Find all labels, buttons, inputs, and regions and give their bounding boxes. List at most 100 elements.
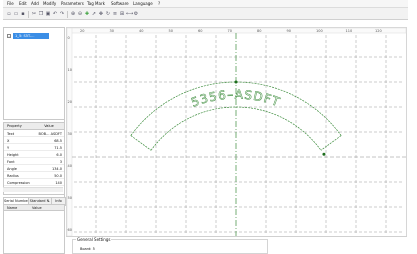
board-value[interactable]: 5 <box>93 247 95 251</box>
toolbar-separator <box>28 11 29 18</box>
property-name: Radius <box>7 174 19 178</box>
property-value[interactable]: 71.5 <box>36 145 62 151</box>
ruler-tick-label: 10 <box>68 68 72 72</box>
property-value[interactable]: 50.0 <box>36 173 62 179</box>
arc-right-cap <box>320 135 342 151</box>
redo-icon[interactable]: ↷ <box>59 11 65 17</box>
left-tabs: Serial Number Standard N. Info <box>3 197 66 206</box>
ruler-tick-label: 40 <box>139 29 143 33</box>
property-value[interactable]: 134.0 <box>36 166 62 172</box>
property-value[interactable]: BOB… ASDFT <box>36 131 62 137</box>
ruler-tick-label: 40 <box>68 164 72 168</box>
ruler-tick-label: 50 <box>169 29 173 33</box>
board-field[interactable]: Board: 5 <box>80 247 95 251</box>
ruler-tick-label: 100 <box>316 29 323 33</box>
menu-parameters[interactable]: Parameters <box>61 1 84 7</box>
property-value[interactable]: 140 <box>36 180 62 186</box>
name-column-header: Name <box>7 206 18 210</box>
ruler-tick-label: 0 <box>68 36 70 40</box>
save-icon[interactable]: ▪ <box>20 11 26 17</box>
properties-header: Property Value <box>4 123 64 130</box>
property-name: Compression <box>7 181 30 185</box>
window-edge <box>408 0 417 254</box>
property-row-font[interactable]: Font 3 <box>4 159 64 165</box>
zoom-in-icon[interactable]: ⊕ <box>70 11 76 17</box>
ruler-tick-label: 70 <box>228 29 232 33</box>
value-column-header: Value <box>44 124 54 128</box>
ruler-tick-label: 80 <box>257 29 261 33</box>
align-icon[interactable]: ≡ <box>112 11 118 17</box>
property-value[interactable]: 6.0 <box>36 152 62 158</box>
board-label: Board <box>80 247 91 251</box>
serial-number-table: Name Value <box>3 204 65 254</box>
ruler-tick-label: 50 <box>68 196 72 200</box>
property-name: X <box>7 139 10 143</box>
ruler-tick-label: 20 <box>68 100 72 104</box>
ruler-tick-label: 60 <box>198 29 202 33</box>
property-row-height[interactable]: Height 6.0 <box>4 152 64 158</box>
move-icon[interactable]: ✥ <box>98 11 104 17</box>
end-handle[interactable] <box>322 152 326 156</box>
open-folder-icon[interactable]: ▭ <box>13 11 19 17</box>
tree-item[interactable]: - 1_5: S5T-… <box>7 33 49 39</box>
tree-collapse-icon[interactable]: - <box>7 34 11 38</box>
ruler-tick-label: 30 <box>68 132 72 136</box>
canvas-drawing[interactable]: 20 30 40 50 60 70 80 90 100 110 120 0102030405060 … <box>66 27 407 237</box>
menu-software[interactable]: Software <box>111 1 129 7</box>
menu-file[interactable]: File <box>7 1 14 7</box>
property-row-radius[interactable]: Radius 50.0 <box>4 173 64 179</box>
toolbar: ▫ ▭ ▪ ✂ ❐ ▣ ↶ ↷ ⊕ ⊖ ✚ ➚ ✥ ↻ ≡ ⊞ ⟷ ⚙ <box>3 8 413 20</box>
property-row-text[interactable]: Text BOB… ASDFT <box>4 131 64 137</box>
ruler-tick-label: 20 <box>80 29 84 33</box>
property-name: Y <box>7 146 10 150</box>
arc-text: 5356–ASDFT <box>189 87 282 109</box>
menu-language[interactable]: Language <box>133 1 153 7</box>
paste-icon[interactable]: ▣ <box>45 11 51 17</box>
property-row-compression[interactable]: Compression 140 <box>4 180 64 186</box>
tree-view[interactable] <box>3 27 65 120</box>
add-icon[interactable]: ✚ <box>84 11 90 17</box>
toolbar-separator <box>67 11 68 18</box>
properties-scrollbar[interactable] <box>3 187 63 192</box>
settings-icon[interactable]: ⚙ <box>133 11 139 17</box>
property-row-angle[interactable]: Angle 134.0 <box>4 166 64 172</box>
properties-grid: Property Value Text BOB… ASDFT X 68.5 Y … <box>3 122 65 195</box>
property-name: Font <box>7 160 15 164</box>
zoom-out-icon[interactable]: ⊖ <box>77 11 83 17</box>
property-row-y[interactable]: Y 71.5 <box>4 145 64 151</box>
ruler-tick-label: 110 <box>346 29 353 33</box>
rotate-icon[interactable]: ↻ <box>105 11 111 17</box>
property-row-x[interactable]: X 68.5 <box>4 138 64 144</box>
arc-text-content: 5356–ASDFT <box>189 87 281 110</box>
ruler-tick-label: 90 <box>287 29 291 33</box>
general-settings-title: General Settings <box>76 237 112 242</box>
grid-icon[interactable]: ⊞ <box>119 11 125 17</box>
property-value[interactable]: 3 <box>36 159 62 165</box>
menu-modify[interactable]: Modify <box>43 1 56 7</box>
property-name: Text <box>7 132 15 136</box>
property-column-header: Property <box>7 124 22 128</box>
value-column-header: Value <box>32 206 42 210</box>
new-file-icon[interactable]: ▫ <box>6 11 12 17</box>
cut-icon[interactable]: ✂ <box>31 11 37 17</box>
top-handle[interactable] <box>234 80 238 84</box>
ruler-tick-label: 120 <box>375 29 382 33</box>
canvas-grid <box>74 35 404 235</box>
menu-edit[interactable]: Edit <box>19 1 27 7</box>
menu-add[interactable]: Add <box>31 1 39 7</box>
measure-icon[interactable]: ⟷ <box>126 11 133 17</box>
ruler-tick-label: 30 <box>110 29 114 33</box>
pointer-icon[interactable]: ➚ <box>91 11 97 17</box>
horizontal-ruler <box>66 27 407 34</box>
undo-icon[interactable]: ↶ <box>52 11 58 17</box>
property-value[interactable]: 68.5 <box>36 138 62 144</box>
menu-help[interactable]: ? <box>158 1 160 7</box>
menu-tag-mark[interactable]: Tag Mark <box>87 1 105 7</box>
serial-table-header: Name Value <box>4 205 64 211</box>
property-name: Angle <box>7 167 17 171</box>
arc-left-cap <box>130 135 152 151</box>
copy-icon[interactable]: ❐ <box>38 11 44 17</box>
property-name: Height <box>7 153 19 157</box>
ruler-tick-label: 60 <box>68 228 72 232</box>
tree-item-label[interactable]: 1_5: S5T-… <box>13 33 49 39</box>
